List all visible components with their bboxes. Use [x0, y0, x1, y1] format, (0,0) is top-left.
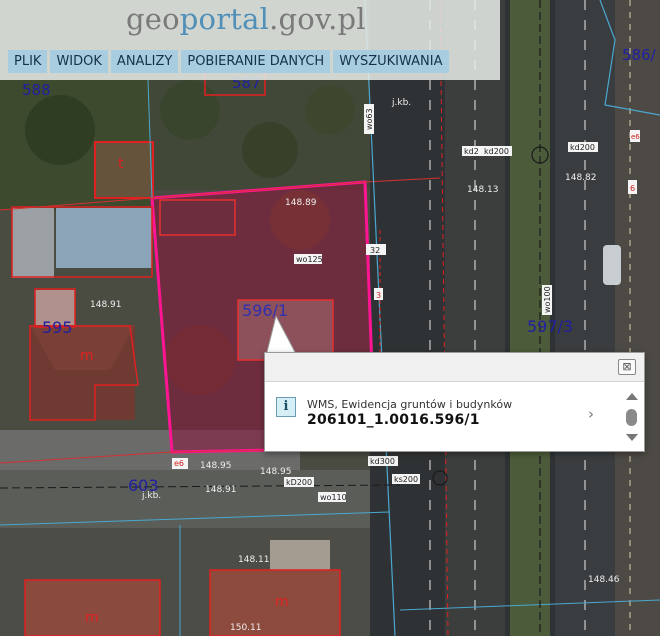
map-label: kd200: [484, 147, 509, 156]
logo-suffix: .gov.pl: [269, 2, 366, 36]
map-label: 148.11: [238, 555, 270, 565]
logo-prefix: geo: [126, 2, 180, 36]
chevron-right-icon[interactable]: ›: [588, 405, 594, 423]
map-label: kd2: [464, 147, 479, 156]
menu-analizy[interactable]: ANALIZY: [110, 50, 179, 73]
map-canvas[interactable]: 588 587 586/ 596/1 595 597/3 603 t m m m…: [0, 0, 660, 636]
building-label: m: [80, 348, 94, 364]
close-icon[interactable]: ⊠: [618, 359, 636, 375]
map-label: e6: [631, 133, 640, 141]
info-icon: i: [276, 397, 296, 417]
menu-pobieranie-danych[interactable]: POBIERANIE DANYCH: [181, 50, 331, 73]
map-label: 148.95: [200, 461, 232, 471]
parcel-label: 586/: [622, 46, 657, 64]
map-label: ks200: [394, 475, 418, 484]
building-label: t: [118, 156, 124, 172]
map-label: wo110: [320, 493, 347, 502]
building-label: m: [275, 594, 289, 610]
map-label: kD200: [286, 478, 312, 487]
map-label: 148.89: [285, 198, 317, 208]
map-label: 148.13: [467, 185, 499, 195]
building-label: m: [85, 610, 99, 626]
map-label: j.kb.: [391, 98, 411, 108]
popup-pointer: [266, 316, 297, 356]
main-menu: PLIK WIDOK ANALIZY POBIERANIE DANYCH WYS…: [8, 50, 449, 73]
parcel-label: 588: [22, 81, 51, 99]
map-label: wo63: [365, 108, 374, 130]
map-label: 32: [370, 246, 380, 255]
parcel-label: 597/3: [527, 317, 573, 336]
popup-parcel-id[interactable]: 206101_1.0016.596/1: [307, 412, 480, 428]
map-label: 6: [630, 184, 635, 193]
map-label: kd300: [370, 457, 395, 466]
map-label: kd200: [570, 143, 595, 152]
logo-middle: portal: [179, 2, 270, 36]
map-label: wo100: [543, 286, 552, 313]
scroll-up-arrow-icon[interactable]: [626, 393, 638, 400]
map-label: e6: [174, 459, 184, 468]
map-label: 148.95: [260, 467, 292, 477]
parcel-label: 595: [42, 318, 73, 337]
map-label: wo125: [296, 255, 323, 264]
menu-widok[interactable]: WIDOK: [50, 50, 108, 73]
map-label: 3: [376, 291, 381, 300]
feature-info-popup: ⊠ i WMS, Ewidencja gruntów i budynków 20…: [264, 352, 645, 452]
map-label: 148.46: [588, 575, 620, 585]
scroll-thumb[interactable]: [626, 409, 637, 426]
popup-layer-source: WMS, Ewidencja gruntów i budynków: [307, 398, 513, 411]
menu-wyszukiwania[interactable]: WYSZUKIWANIA: [333, 50, 449, 73]
site-logo[interactable]: geoportal.gov.pl: [126, 2, 366, 36]
map-label: 150.11: [230, 623, 262, 633]
map-label: 148.91: [90, 300, 122, 310]
popup-titlebar: ⊠: [265, 353, 644, 382]
menu-plik[interactable]: PLIK: [8, 50, 48, 73]
popup-scrollbar[interactable]: [625, 393, 639, 447]
map-label: 148.91: [205, 485, 237, 495]
scroll-down-arrow-icon[interactable]: [626, 434, 638, 441]
header-panel: geoportal.gov.pl PLIK WIDOK ANALIZY POBI…: [0, 0, 500, 80]
map-label: 148.82: [565, 173, 597, 183]
map-label: j.kb.: [141, 491, 161, 501]
